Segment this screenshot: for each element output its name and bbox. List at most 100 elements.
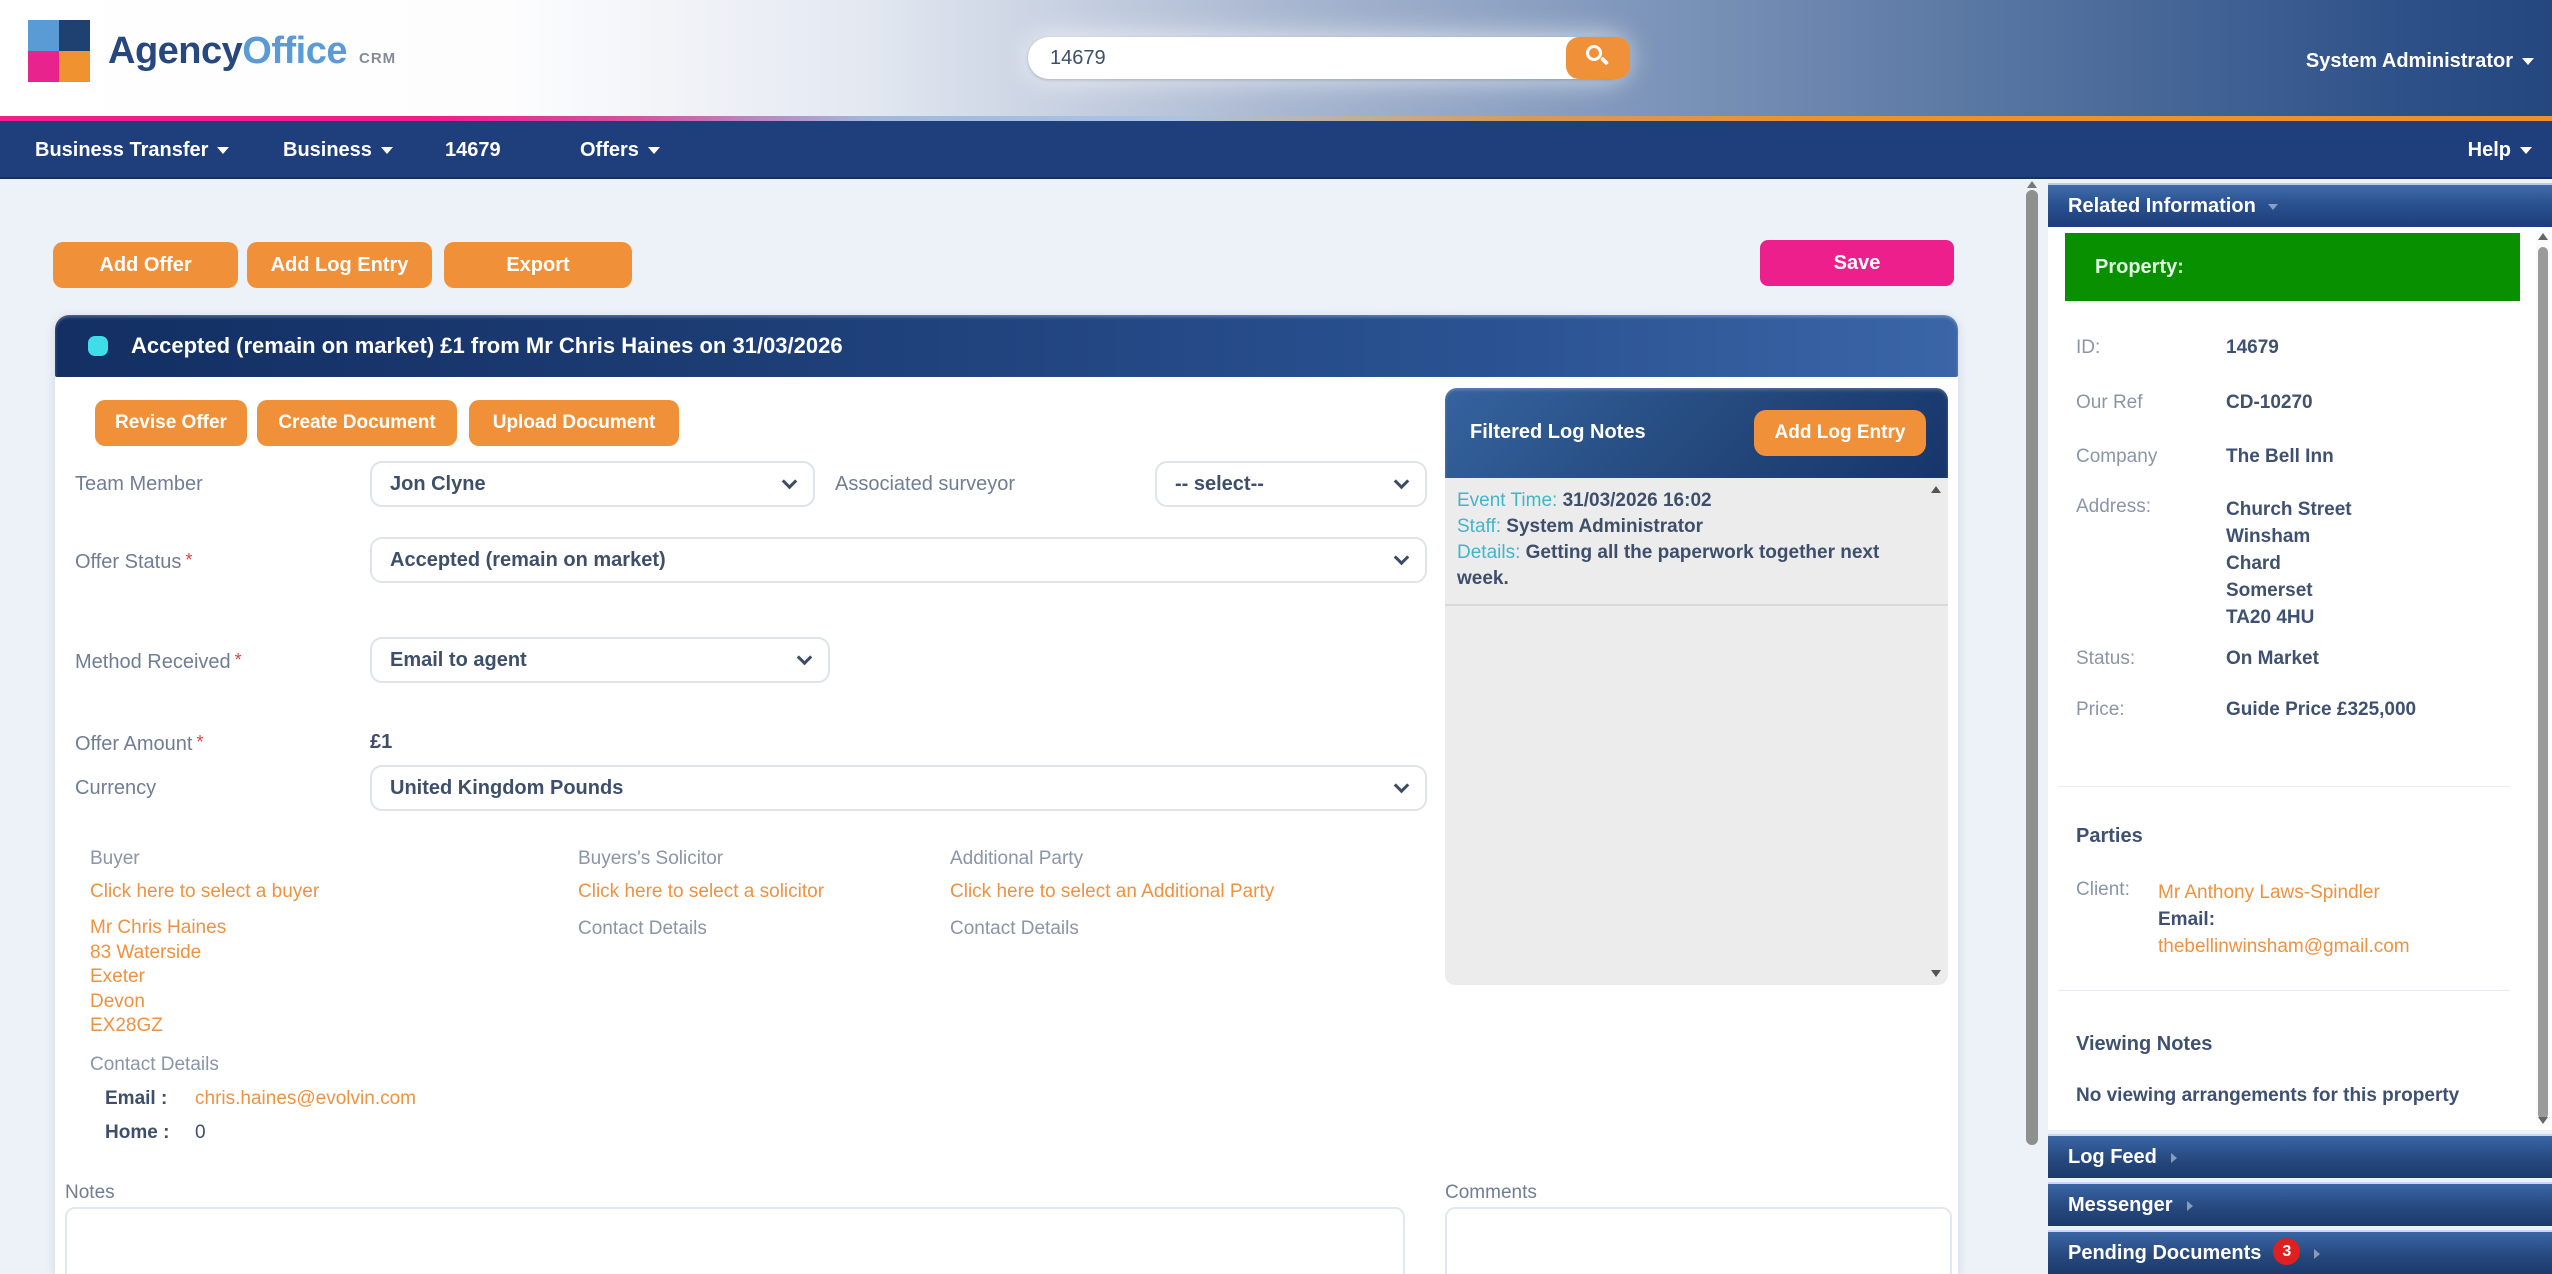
buyer-address-line[interactable]: EX28GZ [90, 1014, 550, 1039]
chevron-down-icon [782, 474, 798, 490]
upload-document-button[interactable]: Upload Document [469, 400, 679, 446]
offer-title: Accepted (remain on market) £1 from Mr C… [131, 315, 843, 377]
accordion-label: Messenger [2068, 1194, 2173, 1216]
accordion-log-feed[interactable]: Log Feed [2048, 1134, 2552, 1178]
accordion-label: Pending Documents [2068, 1242, 2261, 1264]
select-value: Accepted (remain on market) [390, 549, 666, 571]
team-member-select[interactable]: Jon Clyne [370, 461, 815, 507]
status-dot-icon [88, 336, 108, 356]
log-add-entry-button[interactable]: Add Log Entry [1754, 410, 1926, 456]
scrollbar-up-icon[interactable] [2027, 181, 2037, 188]
buyer-email-link[interactable]: chris.haines@evolvin.com [195, 1088, 416, 1110]
logo-square-navy [59, 20, 90, 51]
select-additional-party-link[interactable]: Click here to select an Additional Party [950, 881, 1370, 903]
select-value: -- select-- [1175, 473, 1264, 495]
buyer-address-line[interactable]: Devon [90, 990, 550, 1015]
scrollbar-down-icon[interactable] [1931, 970, 1941, 977]
search-input[interactable] [1028, 37, 1628, 79]
buyer-email-row: Email : chris.haines@evolvin.com [90, 1088, 550, 1110]
client-label: Client: [2076, 879, 2130, 901]
add-log-entry-button[interactable]: Add Log Entry [247, 242, 432, 288]
status-label: Status: [2076, 648, 2135, 670]
status-value: On Market [2226, 648, 2319, 670]
accordion-messenger[interactable]: Messenger [2048, 1182, 2552, 1226]
home-label: Home : [105, 1122, 195, 1144]
required-marker: * [196, 732, 203, 752]
nav-item-offers[interactable]: Offers [580, 121, 660, 179]
log-panel-title: Filtered Log Notes [1470, 421, 1646, 444]
revise-offer-button[interactable]: Revise Offer [95, 400, 247, 446]
method-received-select[interactable]: Email to agent [370, 637, 830, 683]
related-information-sidebar: Related Information Property: ID: 14679 … [2048, 183, 2552, 1274]
nav-item-label: Help [2468, 139, 2511, 161]
scrollbar-up-icon[interactable] [1931, 486, 1941, 493]
buyer-name-link[interactable]: Mr Chris Haines [90, 916, 550, 941]
scrollbar-thumb[interactable] [2538, 247, 2548, 1119]
add-offer-button[interactable]: Add Offer [53, 242, 238, 288]
search-icon [1586, 45, 1602, 61]
client-details: Mr Anthony Laws-Spindler Email: thebelli… [2158, 879, 2410, 960]
nav-item-business[interactable]: Business [283, 121, 393, 179]
company-value: The Bell Inn [2226, 446, 2334, 468]
property-banner: Property: [2065, 233, 2520, 301]
offer-amount-value: £1 [370, 727, 392, 757]
log-panel-body: Event Time: 31/03/2026 16:02 Staff: Syst… [1445, 478, 1948, 985]
chevron-down-icon [217, 147, 229, 154]
event-time-label: Event Time: [1457, 490, 1557, 511]
select-solicitor-link[interactable]: Click here to select a solicitor [578, 881, 928, 903]
buyer-home-row: Home : 0 [90, 1122, 550, 1144]
log-entry-time-row: Event Time: 31/03/2026 16:02 [1457, 488, 1932, 514]
chevron-down-icon [648, 147, 660, 154]
additional-party-heading: Additional Party [950, 848, 1370, 870]
offer-status-label: Offer Status* [75, 537, 192, 585]
export-button[interactable]: Export [444, 242, 632, 288]
currency-select[interactable]: United Kingdom Pounds [370, 765, 1427, 811]
associated-surveyor-select[interactable]: -- select-- [1155, 461, 1427, 507]
comments-textarea[interactable] [1445, 1207, 1952, 1274]
label-text: Method Received [75, 651, 231, 673]
buyer-address-line[interactable]: 83 Waterside [90, 941, 550, 966]
additional-party-section: Additional Party Click here to select an… [950, 848, 1370, 940]
parties-heading: Parties [2076, 825, 2143, 848]
logo-square-pink [28, 51, 59, 82]
chevron-down-icon [797, 650, 813, 666]
chevron-right-icon [2187, 1201, 2193, 1211]
user-menu[interactable]: System Administrator [2306, 50, 2534, 73]
details-label: Details: [1457, 542, 1520, 563]
label-text: Team Member [75, 473, 203, 495]
client-email-link[interactable]: thebellinwinsham@gmail.com [2158, 933, 2410, 960]
address-line: Winsham [2226, 523, 2352, 550]
save-button[interactable]: Save [1760, 240, 1954, 286]
create-document-button[interactable]: Create Document [257, 400, 457, 446]
address-line: TA20 4HU [2226, 604, 2352, 631]
chevron-down-icon [2520, 147, 2532, 154]
scrollbar-thumb[interactable] [2026, 190, 2038, 1145]
viewing-notes-heading: Viewing Notes [2076, 1033, 2212, 1056]
accordion-label: Log Feed [2068, 1146, 2157, 1168]
chevron-down-icon [381, 147, 393, 154]
nav-item-record-id[interactable]: 14679 [445, 121, 501, 179]
notes-textarea[interactable] [65, 1207, 1405, 1274]
notes-label: Notes [65, 1182, 115, 1204]
solicitor-contact-heading: Contact Details [578, 918, 928, 940]
brand-logo: AgencyOffice CRM [28, 20, 396, 82]
select-buyer-link[interactable]: Click here to select a buyer [90, 881, 550, 903]
offer-status-select[interactable]: Accepted (remain on market) [370, 537, 1427, 583]
scrollbar-down-icon[interactable] [2538, 1117, 2548, 1124]
sidebar-title: Related Information [2068, 195, 2256, 217]
logo-square-lightblue [28, 20, 59, 51]
log-entry: Event Time: 31/03/2026 16:02 Staff: Syst… [1445, 478, 1948, 606]
user-menu-label: System Administrator [2306, 50, 2513, 72]
buyer-address-line[interactable]: Exeter [90, 965, 550, 990]
search-button[interactable] [1566, 37, 1630, 79]
accordion-pending-documents[interactable]: Pending Documents3 [2048, 1230, 2552, 1274]
brand-logo-icon [28, 20, 90, 82]
nav-item-help[interactable]: Help [2468, 121, 2532, 179]
nav-item-business-transfer[interactable]: Business Transfer [35, 121, 229, 179]
label-text: Offer Status [75, 551, 181, 573]
client-name-link[interactable]: Mr Anthony Laws-Spindler [2158, 879, 2410, 906]
chevron-down-icon [2268, 204, 2278, 210]
nav-item-label: Offers [580, 139, 639, 161]
related-information-header[interactable]: Related Information [2048, 183, 2552, 227]
scrollbar-up-icon[interactable] [2538, 233, 2548, 240]
